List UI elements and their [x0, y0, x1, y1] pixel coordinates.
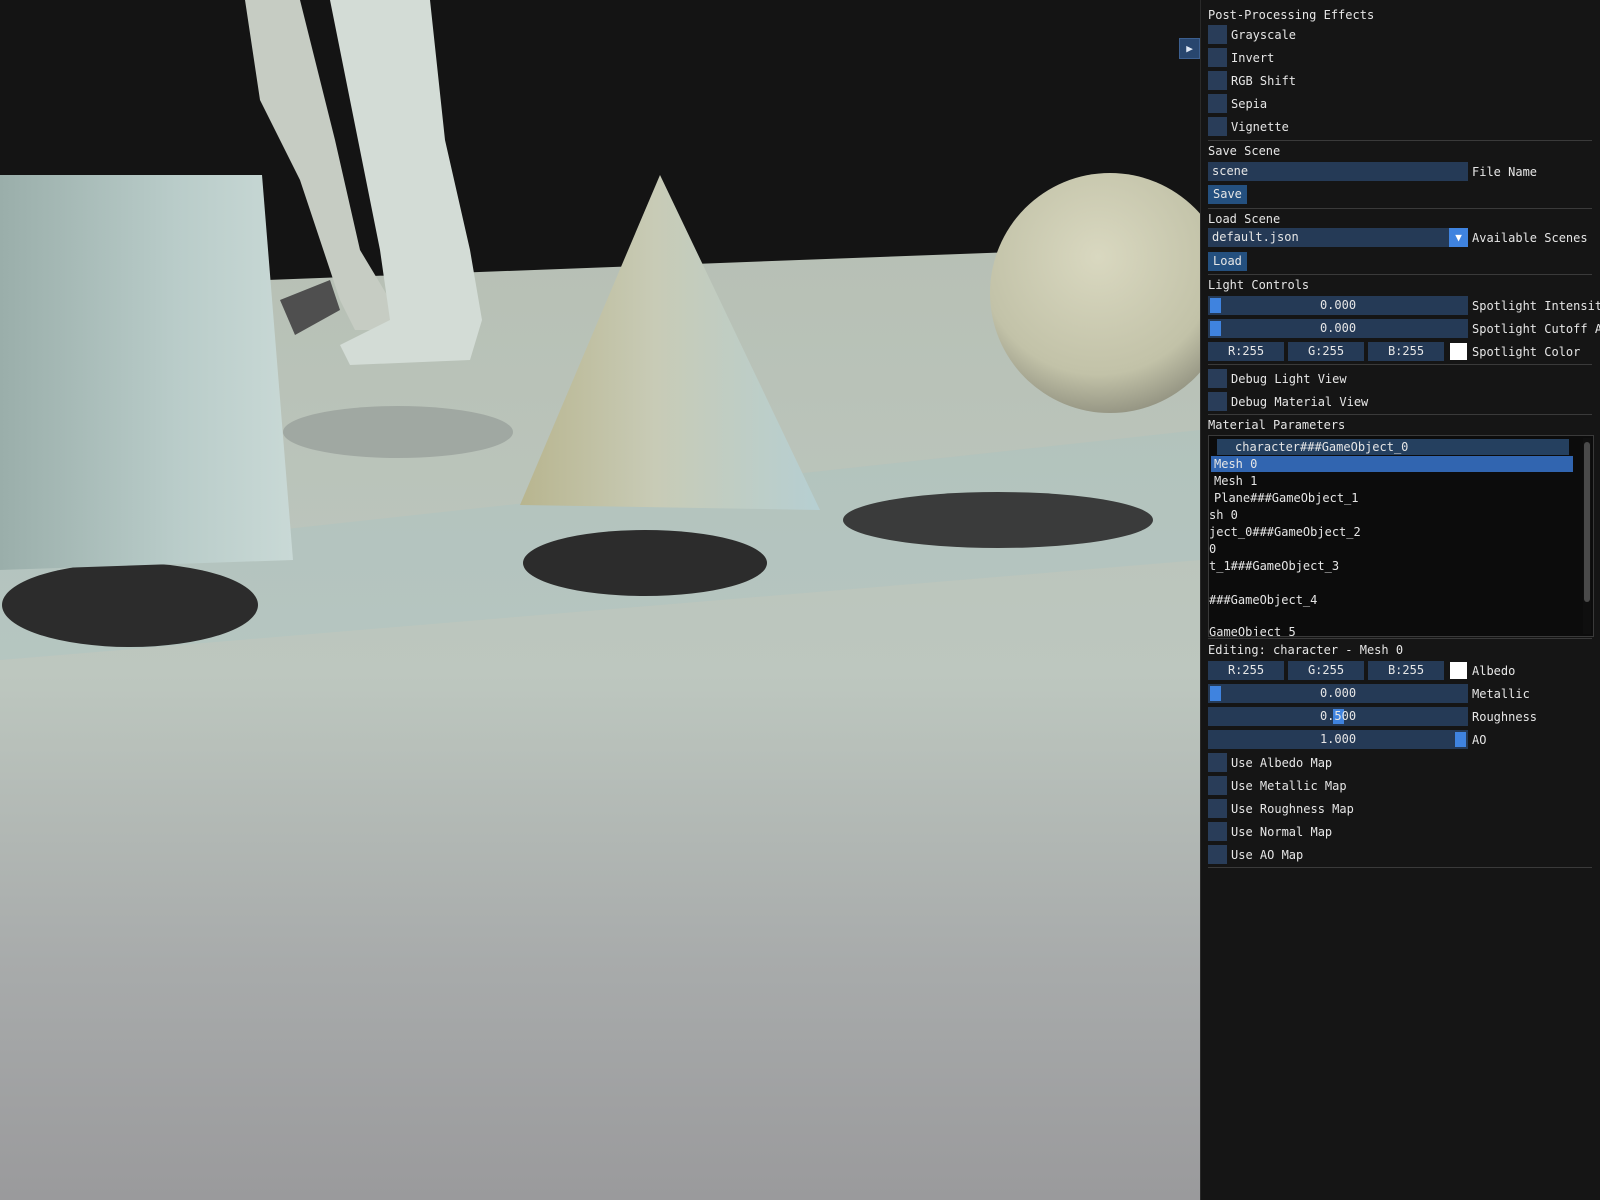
material-tree-list[interactable]: character###GameObject_0 Mesh 0 Mesh 1 P… — [1208, 435, 1594, 637]
collapse-panel-button[interactable]: ▶ — [1179, 38, 1200, 59]
label-sepia: Sepia — [1231, 97, 1268, 111]
tree-item-mesh-1[interactable]: Mesh 1 — [1214, 473, 1257, 489]
checkbox-use-normal-map[interactable] — [1208, 822, 1227, 841]
spotlight-color-r[interactable]: R:255 — [1208, 342, 1284, 361]
albedo-label: Albedo — [1472, 664, 1516, 678]
separator — [1208, 140, 1592, 141]
tree-item[interactable]: sh 0 — [1209, 507, 1238, 523]
material-parameters-header: Material Parameters — [1208, 418, 1346, 432]
checkbox-use-metallic-map[interactable] — [1208, 776, 1227, 795]
save-scene-header: Save Scene — [1208, 144, 1281, 158]
ao-slider[interactable]: 1.000 — [1208, 730, 1468, 749]
load-button[interactable]: Load — [1208, 252, 1247, 271]
label-rgb-shift: RGB Shift — [1231, 74, 1297, 88]
roughness-value: 0.500 — [1319, 709, 1357, 723]
roughness-label: Roughness — [1472, 710, 1538, 724]
separator — [1208, 208, 1592, 209]
metallic-slider[interactable]: 0.000 — [1208, 684, 1468, 703]
checkbox-grayscale[interactable] — [1208, 25, 1227, 44]
scene-render — [0, 0, 1200, 1200]
load-scene-header: Load Scene — [1208, 212, 1281, 226]
label-use-roughness-map: Use Roughness Map — [1231, 802, 1354, 816]
albedo-b-value: B:255 — [1387, 663, 1425, 677]
file-name-value: scene — [1212, 164, 1249, 178]
checkbox-rgb-shift[interactable] — [1208, 71, 1227, 90]
checkbox-use-ao-map[interactable] — [1208, 845, 1227, 864]
metallic-label: Metallic — [1472, 687, 1530, 701]
albedo-g-value: G:255 — [1307, 663, 1345, 677]
label-debug-light-view: Debug Light View — [1231, 372, 1347, 386]
file-name-input[interactable]: scene — [1208, 162, 1468, 181]
albedo-r-value: R:255 — [1227, 663, 1265, 677]
spotlight-color-label: Spotlight Color — [1472, 345, 1581, 359]
ao-label: AO — [1472, 733, 1487, 747]
roughness-slider[interactable]: 0.500 — [1208, 707, 1468, 726]
scene-dropdown[interactable]: default.json ▼ — [1208, 228, 1468, 247]
ao-value: 1.000 — [1319, 732, 1357, 746]
scene-dropdown-value: default.json — [1212, 230, 1299, 244]
checkbox-debug-light-view[interactable] — [1208, 369, 1227, 388]
metallic-value: 0.000 — [1319, 686, 1357, 700]
spotlight-color-swatch[interactable] — [1450, 343, 1467, 360]
separator — [1208, 274, 1592, 275]
tree-node-plane[interactable]: Plane###GameObject_1 — [1214, 490, 1359, 506]
label-use-normal-map: Use Normal Map — [1231, 825, 1333, 839]
albedo-g[interactable]: G:255 — [1288, 661, 1364, 680]
label-debug-material-view: Debug Material View — [1231, 395, 1369, 409]
checkbox-vignette[interactable] — [1208, 117, 1227, 136]
checkbox-invert[interactable] — [1208, 48, 1227, 67]
checkbox-sepia[interactable] — [1208, 94, 1227, 113]
post-processing-header: Post-Processing Effects — [1208, 8, 1375, 22]
label-use-ao-map: Use AO Map — [1231, 848, 1304, 862]
spotlight-intensity-value: 0.000 — [1319, 298, 1357, 312]
separator — [1208, 638, 1592, 639]
spotlight-intensity-slider[interactable]: 0.000 — [1208, 296, 1468, 315]
light-controls-header: Light Controls — [1208, 278, 1310, 292]
play-arrow-icon: ▶ — [1186, 42, 1193, 55]
checkbox-use-roughness-map[interactable] — [1208, 799, 1227, 818]
label-invert: Invert — [1231, 51, 1275, 65]
list-scrollbar-thumb[interactable] — [1584, 442, 1590, 602]
label-use-metallic-map: Use Metallic Map — [1231, 779, 1347, 793]
spotlight-intensity-label: Spotlight Intensity — [1472, 299, 1600, 313]
spotlight-color-r-value: R:255 — [1227, 344, 1265, 358]
save-button[interactable]: Save — [1208, 185, 1247, 204]
available-scenes-label: Available Scenes — [1472, 231, 1588, 245]
tree-node[interactable]: ject_0###GameObject_2 — [1209, 524, 1361, 540]
label-grayscale: Grayscale — [1231, 28, 1297, 42]
label-vignette: Vignette — [1231, 120, 1289, 134]
spotlight-color-g[interactable]: G:255 — [1288, 342, 1364, 361]
spotlight-cutoff-slider[interactable]: 0.000 — [1208, 319, 1468, 338]
tree-node[interactable]: ###GameObject_4 — [1209, 592, 1317, 608]
tree-node[interactable]: GameObject_5 — [1209, 624, 1296, 636]
spotlight-cutoff-label: Spotlight Cutoff Angle — [1472, 322, 1600, 336]
spotlight-color-b-value: B:255 — [1387, 344, 1425, 358]
albedo-b[interactable]: B:255 — [1368, 661, 1444, 680]
separator — [1208, 364, 1592, 365]
spotlight-cutoff-value: 0.000 — [1319, 321, 1357, 335]
checkbox-use-albedo-map[interactable] — [1208, 753, 1227, 772]
checkbox-debug-material-view[interactable] — [1208, 392, 1227, 411]
tree-node[interactable]: t_1###GameObject_3 — [1209, 558, 1339, 574]
editing-title: Editing: character - Mesh 0 — [1208, 643, 1404, 657]
spotlight-color-b[interactable]: B:255 — [1368, 342, 1444, 361]
tree-item-mesh-0-selected[interactable]: Mesh 0 — [1211, 456, 1573, 472]
albedo-color-swatch[interactable] — [1450, 662, 1467, 679]
chevron-down-icon[interactable]: ▼ — [1449, 228, 1468, 247]
scene-viewport[interactable] — [0, 0, 1200, 1200]
tree-node-character[interactable]: character###GameObject_0 — [1217, 439, 1569, 455]
albedo-r[interactable]: R:255 — [1208, 661, 1284, 680]
tree-item[interactable]: 0 — [1209, 541, 1216, 557]
separator — [1208, 867, 1592, 868]
file-name-label: File Name — [1472, 165, 1538, 179]
separator — [1208, 414, 1592, 415]
list-scrollbar[interactable] — [1583, 438, 1591, 634]
spotlight-color-g-value: G:255 — [1307, 344, 1345, 358]
label-use-albedo-map: Use Albedo Map — [1231, 756, 1333, 770]
